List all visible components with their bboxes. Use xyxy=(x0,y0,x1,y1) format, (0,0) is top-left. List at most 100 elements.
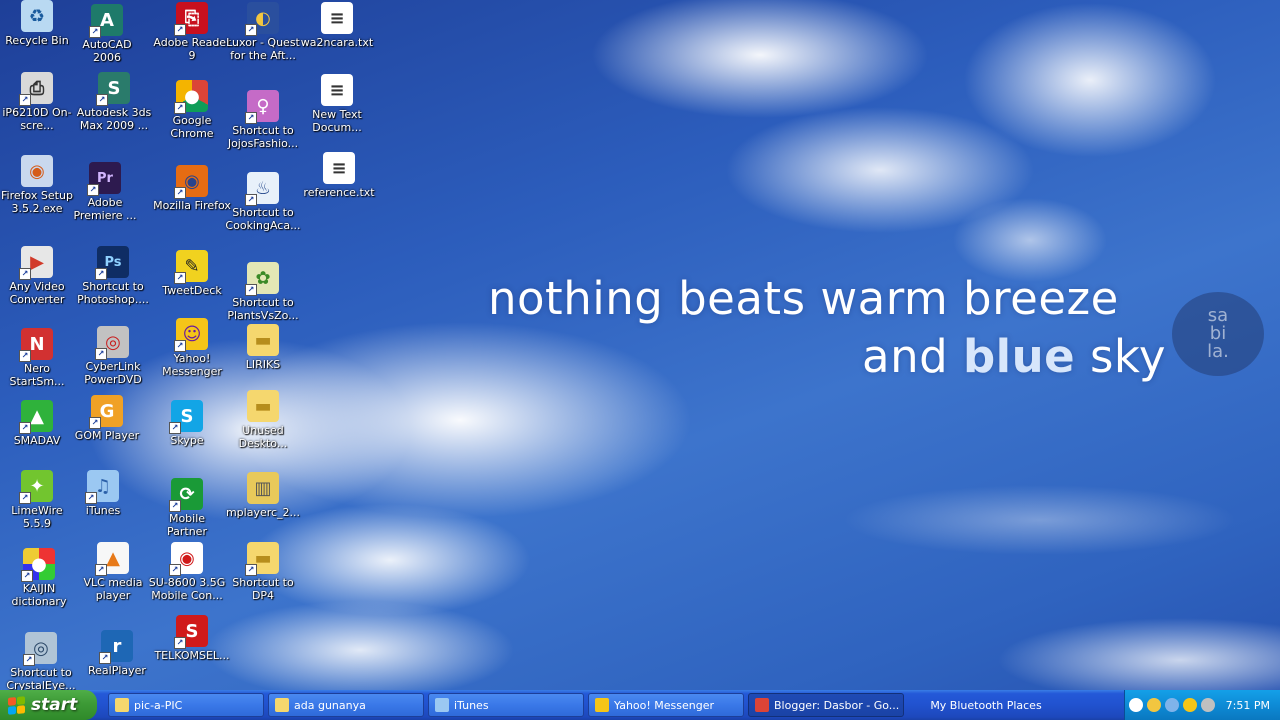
taskbar-button[interactable]: My Bluetooth Places xyxy=(908,693,1064,717)
desktop-icon-label: Shortcut to CookingAca... xyxy=(225,206,301,232)
shortcut-arrow-icon: ↗ xyxy=(174,340,186,352)
desktop-icon[interactable]: ⎙ ↗ iP6210D On-scre... xyxy=(0,72,74,132)
gear-icon[interactable] xyxy=(1201,698,1215,712)
desktop-icon[interactable]: ☺ ↗ Yahoo! Messenger xyxy=(155,318,229,378)
desktop-icon[interactable]: ◐ ↗ Luxor - Quest for the Aft... xyxy=(226,2,300,62)
desktop-icon[interactable]: ◉ ↗ Mozilla Firefox xyxy=(153,165,231,212)
desktop-icon[interactable]: ♨ ↗ Shortcut to CookingAca... xyxy=(225,172,301,232)
taskbar-button[interactable]: ada gunanya xyxy=(268,693,424,717)
desktop-icon[interactable]: Pr ↗ Adobe Premiere ... xyxy=(68,162,142,222)
desktop-icon[interactable]: ♫ ↗ iTunes xyxy=(66,470,140,517)
desktop-icon[interactable]: G ↗ GOM Player xyxy=(70,395,144,442)
recycle-bin-icon: ♻ xyxy=(21,0,53,32)
desktop-icon-label: Luxor - Quest for the Aft... xyxy=(226,36,300,62)
vlc-icon: ▲ ↗ xyxy=(95,542,129,576)
desktop-icon[interactable]: ▬ LIRIKS xyxy=(226,324,300,371)
desktop-icon-label: wa2ncara.txt xyxy=(300,36,374,49)
zip-file-icon: ▥ xyxy=(247,472,279,504)
shortcut-arrow-icon: ↗ xyxy=(245,112,257,124)
shortcut-arrow-icon: ↗ xyxy=(245,24,257,36)
shortcut-arrow-icon: ↗ xyxy=(245,284,257,296)
desktop-icon[interactable]: r ↗ RealPlayer xyxy=(80,630,154,677)
desktop-icon-label: AutoCAD 2006 xyxy=(82,38,132,64)
shortcut-arrow-icon: ↗ xyxy=(89,26,101,38)
tweetdeck-icon: ✎ ↗ xyxy=(174,250,208,284)
desktop-icon[interactable]: N ↗ Nero StartSm... xyxy=(0,328,74,388)
desktop-icon[interactable]: ◎ ↗ CyberLink PowerDVD xyxy=(76,326,150,386)
yahoo-tray-icon[interactable] xyxy=(1183,698,1197,712)
adobe-reader-icon: ⎘ ↗ xyxy=(174,2,208,36)
desktop-icon[interactable]: ▶ ↗ Any Video Converter xyxy=(0,246,74,306)
jojos-fashion-icon: ♀ ↗ xyxy=(245,90,279,124)
desktop-icon-label: Adobe Reader 9 xyxy=(153,36,231,62)
clock[interactable]: 7:51 PM xyxy=(1226,699,1270,712)
desktop-icon[interactable]: ▲ ↗ SMADAV xyxy=(0,400,74,447)
desktop-icon[interactable]: ≡ wa2ncara.txt xyxy=(300,2,374,49)
desktop-icon-label: TweetDeck xyxy=(162,284,222,297)
video-converter-icon: ▶ ↗ xyxy=(19,246,53,280)
desktop-icon-label: mplayerc_2... xyxy=(225,506,301,519)
text-file-icon: ≡ xyxy=(321,74,353,106)
taskbar-button[interactable]: iTunes xyxy=(428,693,584,717)
desktop-icon[interactable]: Ps ↗ Shortcut to Photoshop.... xyxy=(76,246,150,306)
desktop-icon[interactable]: S ↗ Autodesk 3ds Max 2009 ... xyxy=(77,72,151,132)
desktop-icon[interactable]: ✦ ↗ LimeWire 5.5.9 xyxy=(0,470,74,530)
folder-icon: ▬ xyxy=(247,390,279,422)
desktop-icon[interactable]: ✎ ↗ TweetDeck xyxy=(155,250,229,297)
desktop-icon-label: Any Video Converter xyxy=(9,280,65,306)
shortcut-arrow-icon: ↗ xyxy=(169,422,181,434)
taskbar-button[interactable]: Yahoo! Messenger xyxy=(588,693,744,717)
shortcut-arrow-icon: ↗ xyxy=(87,184,99,196)
desktop-icon-label: LIRIKS xyxy=(245,358,281,371)
start-button[interactable]: start xyxy=(0,690,97,720)
desktop-icon[interactable]: ≡ reference.txt xyxy=(302,152,376,199)
taskbar-button[interactable]: Blogger: Dasbor - Go... xyxy=(748,693,904,717)
desktop-icon[interactable]: A ↗ AutoCAD 2006 xyxy=(70,4,144,64)
desktop-icon[interactable]: S ↗ Skype xyxy=(150,400,224,447)
desktop-icon[interactable]: ♻ Recycle Bin xyxy=(0,0,74,47)
desktop-icon-label: SMADAV xyxy=(13,434,61,447)
network-icon[interactable] xyxy=(1165,698,1179,712)
collapse-tray-icon[interactable] xyxy=(1129,698,1143,712)
desktop-icon[interactable]: ● ↗ Google Chrome xyxy=(155,80,229,140)
shield-icon[interactable] xyxy=(1147,698,1161,712)
su-8600-icon: ◉ ↗ xyxy=(169,542,203,576)
desktop-icon-label: Shortcut to Photoshop.... xyxy=(77,280,149,306)
desktop-icon[interactable]: S ↗ TELKOMSEL... xyxy=(154,615,230,662)
desktop-icon-label: iP6210D On-scre... xyxy=(2,106,72,132)
desktop-icon-label: Yahoo! Messenger xyxy=(162,352,222,378)
desktop-icon-label: KAIJIN dictionary xyxy=(11,582,67,608)
desktop-icon-label: Shortcut to JojosFashio... xyxy=(227,124,299,150)
taskbar-button-label: ada gunanya xyxy=(294,698,366,712)
desktop-icon[interactable]: ✿ ↗ Shortcut to PlantsVsZo... xyxy=(226,262,300,322)
desktop-icon[interactable]: ◉ Firefox Setup 3.5.2.exe xyxy=(0,155,74,215)
cooking-academy-icon: ♨ ↗ xyxy=(245,172,279,206)
desktop-icon[interactable]: ⟳ ↗ Mobile Partner xyxy=(150,478,224,538)
shortcut-arrow-icon: ↗ xyxy=(96,94,108,106)
yahoo-messenger-icon: ☺ ↗ xyxy=(174,318,208,352)
desktop-icon[interactable]: ▲ ↗ VLC media player xyxy=(76,542,150,602)
itunes-icon xyxy=(435,698,449,712)
desktop-icon[interactable]: ◉ ↗ SU-8600 3.5G Mobile Con... xyxy=(149,542,225,602)
telkomsel-icon: S ↗ xyxy=(174,615,208,649)
desktop-icon[interactable]: ≡ New Text Docum... xyxy=(300,74,374,134)
desktop-icon-label: Unused Deskto... xyxy=(238,424,288,450)
shortcut-arrow-icon: ↗ xyxy=(99,652,111,664)
desktop-icon[interactable]: ▬ ↗ Shortcut to DP4 xyxy=(226,542,300,602)
taskbar-button[interactable]: pic-a-PIC xyxy=(108,693,264,717)
shortcut-arrow-icon: ↗ xyxy=(174,102,186,114)
desktop-icon-label: RealPlayer xyxy=(88,664,146,677)
firefox-icon: ◉ ↗ xyxy=(174,165,208,199)
desktop-icon-label: reference.txt xyxy=(303,186,375,199)
start-label: start xyxy=(31,695,78,715)
desktop-icon[interactable]: ♀ ↗ Shortcut to JojosFashio... xyxy=(226,90,300,150)
shortcut-arrow-icon: ↗ xyxy=(174,637,186,649)
desktop-icon[interactable]: ▥ mplayerc_2... xyxy=(226,472,300,519)
desktop-icon[interactable]: ▬ Unused Deskto... xyxy=(226,390,300,450)
shortcut-arrow-icon: ↗ xyxy=(245,194,257,206)
desktop-icon[interactable]: ⎘ ↗ Adobe Reader 9 xyxy=(153,2,231,62)
desktop-icon[interactable]: ● ↗ KAIJIN dictionary xyxy=(2,548,76,608)
desktop[interactable]: nothing beats warm breeze and blue sky s… xyxy=(0,0,1280,690)
desktop-icon[interactable]: ◎ ↗ Shortcut to CrystalEye... xyxy=(4,632,78,690)
autocad-icon: A ↗ xyxy=(89,4,123,38)
